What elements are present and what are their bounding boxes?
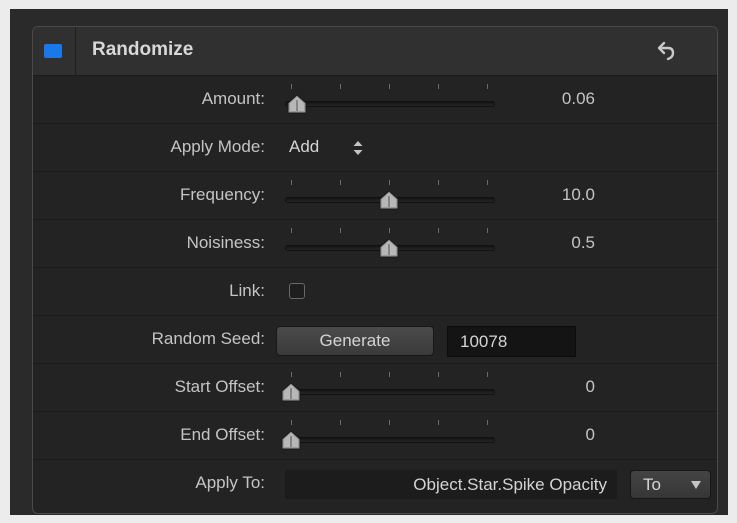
end-offset-value[interactable]: 0	[503, 425, 595, 445]
start-offset-value[interactable]: 0	[503, 377, 595, 397]
row-link: Link:	[33, 267, 717, 315]
slider-ticks	[291, 372, 488, 378]
slider-tick	[340, 372, 341, 377]
slider-tick	[487, 180, 488, 185]
start-offset-label: Start Offset:	[174, 377, 265, 396]
slider-tick	[291, 228, 292, 233]
slider-ticks	[291, 84, 488, 90]
row-apply-to: Apply To: Object.Star.Spike Opacity To	[33, 459, 717, 507]
slider-tick	[487, 84, 488, 89]
slider-tick	[340, 180, 341, 185]
row-apply-mode: Apply Mode: Add	[33, 123, 717, 171]
slider-thumb[interactable]	[281, 430, 301, 450]
slider-tick	[438, 180, 439, 185]
to-menu-button[interactable]: To	[630, 470, 711, 499]
slider-tick	[487, 228, 488, 233]
randomize-behavior-panel: Randomize Amount: 0.06 Apply Mode: Add F…	[32, 26, 718, 514]
slider-thumb[interactable]	[379, 190, 399, 210]
slider-tick	[389, 228, 390, 233]
slider-thumb[interactable]	[281, 382, 301, 402]
slider-track	[285, 101, 495, 107]
slider-track	[285, 437, 495, 443]
slider-tick	[438, 372, 439, 377]
slider-tick	[340, 420, 341, 425]
amount-label: Amount:	[201, 89, 265, 108]
dropdown-arrow-icon	[691, 481, 701, 489]
frequency-slider[interactable]	[285, 180, 497, 210]
row-start-offset: Start Offset: 0	[33, 363, 717, 411]
slider-ticks	[291, 228, 488, 234]
link-label: Link:	[229, 281, 265, 300]
slider-tick	[438, 84, 439, 89]
link-checkbox[interactable]	[289, 283, 305, 299]
row-random-seed: Random Seed: Generate 10078	[33, 315, 717, 363]
amount-slider[interactable]	[285, 84, 497, 114]
seed-value-field[interactable]: 10078	[447, 326, 576, 357]
to-menu-label: To	[643, 475, 661, 494]
slider-tick	[487, 372, 488, 377]
frequency-label: Frequency:	[179, 185, 265, 204]
apply-mode-popup[interactable]: Add	[289, 137, 319, 157]
panel-header: Randomize	[33, 27, 717, 76]
slider-tick	[389, 420, 390, 425]
slider-tick	[389, 180, 390, 185]
end-offset-slider[interactable]	[281, 420, 497, 450]
amount-value[interactable]: 0.06	[503, 89, 595, 109]
random-seed-label: Random Seed:	[151, 329, 265, 348]
noisiness-value[interactable]: 0.5	[503, 233, 595, 253]
apply-to-label: Apply To:	[195, 473, 265, 492]
slider-tick	[487, 420, 488, 425]
apply-to-target-field[interactable]: Object.Star.Spike Opacity	[285, 470, 617, 499]
slider-tick	[389, 372, 390, 377]
row-frequency: Frequency: 10.0	[33, 171, 717, 219]
slider-ticks	[291, 180, 488, 186]
up-down-arrows-icon[interactable]	[352, 139, 364, 157]
noisiness-slider[interactable]	[285, 228, 497, 258]
row-end-offset: End Offset: 0	[33, 411, 717, 459]
slider-thumb[interactable]	[379, 238, 399, 258]
slider-tick	[438, 420, 439, 425]
apply-mode-label: Apply Mode:	[170, 137, 266, 156]
slider-tick	[291, 372, 292, 377]
slider-thumb[interactable]	[287, 94, 307, 114]
header-divider	[75, 27, 76, 75]
start-offset-slider[interactable]	[281, 372, 497, 402]
slider-track	[285, 389, 495, 395]
slider-tick	[389, 84, 390, 89]
end-offset-label: End Offset:	[180, 425, 265, 444]
noisiness-label: Noisiness:	[186, 233, 265, 252]
slider-tick	[340, 228, 341, 233]
row-amount: Amount: 0.06	[33, 75, 717, 123]
slider-tick	[438, 228, 439, 233]
slider-tick	[291, 180, 292, 185]
row-noisiness: Noisiness: 0.5	[33, 219, 717, 267]
slider-ticks	[291, 420, 488, 426]
frequency-value[interactable]: 10.0	[503, 185, 595, 205]
slider-tick	[340, 84, 341, 89]
enable-checkbox[interactable]	[44, 44, 62, 58]
generate-button[interactable]: Generate	[276, 326, 434, 356]
panel-title: Randomize	[92, 39, 194, 60]
undo-arrow-icon[interactable]	[655, 39, 679, 63]
slider-tick	[291, 420, 292, 425]
slider-tick	[291, 84, 292, 89]
